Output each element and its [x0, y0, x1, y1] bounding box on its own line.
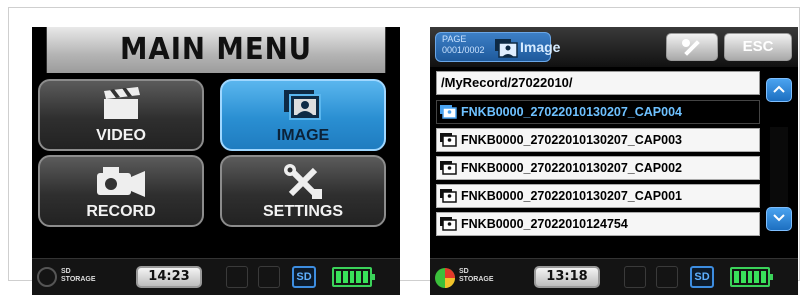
image-file-icon	[440, 133, 457, 147]
record-label: RECORD	[86, 203, 156, 220]
image-file-icon	[440, 161, 457, 175]
photo-icon	[284, 90, 321, 120]
image-list-screen: PAGE 0001/0002 Image ESC /MyRecord/27022…	[430, 27, 798, 295]
file-row[interactable]: FNKB0000_27022010124754	[436, 212, 760, 236]
wrench-icon	[682, 39, 700, 56]
status-bar: SD STORAGE 14:23 SD	[32, 258, 400, 295]
file-name: FNKB0000_27022010130207_CAP004	[461, 105, 683, 119]
chevron-down-icon	[773, 214, 785, 222]
main-menu-screen: MAIN MENU VIDEO IMAGE RECORD SETTINGS SD…	[32, 27, 400, 295]
storage-line1: SD	[61, 268, 71, 275]
settings-label: SETTINGS	[262, 203, 343, 220]
tools-icon	[284, 164, 322, 199]
file-row[interactable]: FNKB0000_27022010130207_CAP004	[436, 100, 760, 124]
file-name: FNKB0000_27022010124754	[461, 217, 628, 231]
tools-button[interactable]	[666, 33, 718, 61]
battery-icon	[332, 267, 375, 287]
video-label: VIDEO	[96, 127, 146, 144]
file-name: FNKB0000_27022010130207_CAP003	[461, 133, 683, 147]
scroll-down-button[interactable]	[766, 207, 792, 231]
chevron-up-icon	[773, 85, 785, 93]
video-tile[interactable]: VIDEO	[38, 79, 204, 151]
camcorder-icon	[97, 167, 145, 197]
clock: 14:23	[136, 266, 202, 288]
file-row[interactable]: FNKB0000_27022010130207_CAP003	[436, 128, 760, 152]
timer-icon	[258, 266, 280, 288]
mode-label: Image	[520, 39, 561, 55]
file-row[interactable]: FNKB0000_27022010130207_CAP002	[436, 156, 760, 180]
page-number: 0001/0002	[442, 45, 485, 55]
storage-line2: STORAGE	[61, 276, 96, 283]
record-tile[interactable]: RECORD	[38, 155, 204, 227]
menu-title: MAIN MENU	[46, 27, 386, 73]
scroll-up-button[interactable]	[766, 78, 792, 102]
storage-line2: STORAGE	[459, 276, 494, 283]
clock: 13:18	[534, 266, 600, 288]
image-file-icon	[440, 189, 457, 203]
battery-icon	[730, 267, 773, 287]
status-bar: SD STORAGE 13:18 SD	[430, 258, 798, 295]
image-tile[interactable]: IMAGE	[220, 79, 386, 151]
storage-indicator-icon	[37, 267, 57, 287]
file-name: FNKB0000_27022010130207_CAP002	[461, 161, 683, 175]
storage-line1: SD	[459, 268, 469, 275]
page-indicator: PAGE 0001/0002 Image	[435, 32, 560, 62]
image-file-icon	[440, 217, 457, 231]
timer-icon	[656, 266, 678, 288]
file-row[interactable]: FNKB0000_27022010130207_CAP001	[436, 184, 760, 208]
folder-path: /MyRecord/27022010/	[436, 71, 760, 95]
file-name: FNKB0000_27022010130207_CAP001	[461, 189, 683, 203]
photo-icon	[495, 39, 518, 58]
page-label: PAGE	[442, 34, 467, 44]
list-header: PAGE 0001/0002 Image ESC	[430, 27, 798, 67]
lock-icon	[226, 266, 248, 288]
clapperboard-icon	[104, 87, 140, 119]
sd-card-indicator: SD	[292, 266, 316, 288]
settings-tile[interactable]: SETTINGS	[220, 155, 386, 227]
image-label: IMAGE	[276, 127, 330, 144]
lock-icon	[624, 266, 646, 288]
sd-card-indicator: SD	[690, 266, 714, 288]
image-file-icon	[440, 105, 457, 119]
esc-button[interactable]: ESC	[724, 33, 792, 61]
storage-pie-icon	[435, 268, 455, 288]
